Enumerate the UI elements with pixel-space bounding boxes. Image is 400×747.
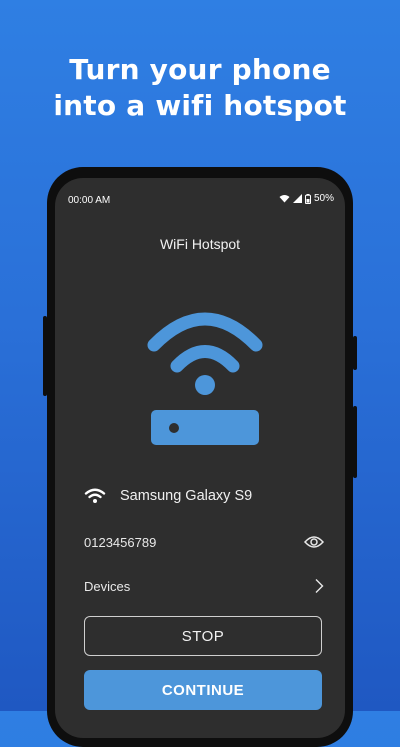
status-icons: 50%: [279, 193, 334, 204]
phone-side-button: [353, 406, 357, 478]
network-name-row: Samsung Galaxy S9: [84, 484, 324, 508]
status-time: 00:00 AM: [68, 195, 111, 206]
battery-level: 50%: [313, 193, 334, 204]
signal-icon: [292, 194, 302, 203]
continue-button[interactable]: CONTINUE: [84, 670, 322, 710]
headline-line-2: into a wifi hotspot: [53, 89, 347, 122]
phone-side-button: [353, 336, 357, 370]
network-name: Samsung Galaxy S9: [120, 488, 253, 504]
promo-headline: Turn your phone into a wifi hotspot: [0, 52, 400, 124]
phone-side-button: [43, 316, 47, 396]
wifi-router-icon: [147, 312, 263, 445]
eye-icon[interactable]: [304, 535, 324, 549]
status-bar: 00:00 AM 50%: [55, 178, 345, 222]
password-value: 0123456789: [84, 534, 157, 550]
phone-screen: 00:00 AM 50% WiFi Hotspot Samsung Galaxy…: [55, 178, 345, 738]
devices-row[interactable]: Devices: [84, 574, 324, 598]
password-row: 0123456789: [84, 530, 324, 554]
wifi-icon: [279, 195, 290, 203]
devices-label: Devices: [84, 578, 131, 594]
wifi-icon: [84, 488, 106, 503]
stop-button[interactable]: STOP: [84, 616, 322, 656]
headline-line-1: Turn your phone: [69, 53, 331, 86]
app-title: WiFi Hotspot: [159, 236, 241, 252]
chevron-right-icon: [315, 579, 324, 593]
battery-icon: [304, 193, 311, 204]
